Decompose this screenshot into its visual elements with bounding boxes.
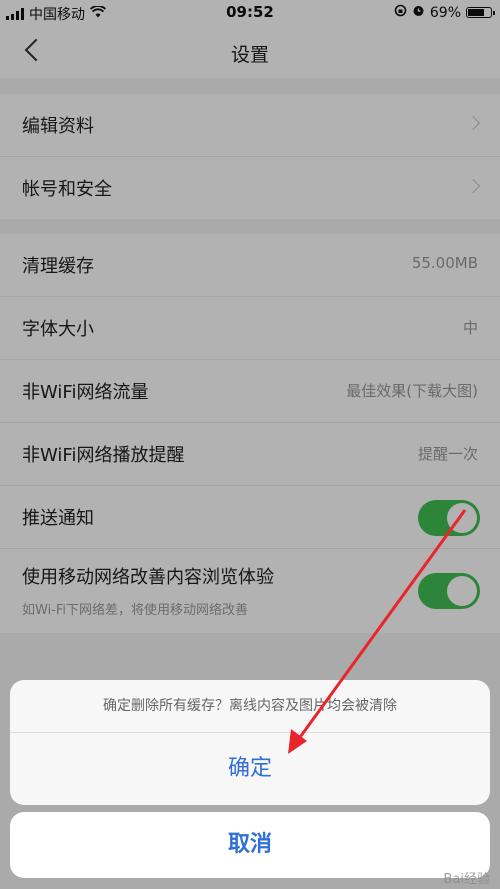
- action-sheet-message: 确定删除所有缓存？离线内容及图片均会被清除: [10, 680, 490, 733]
- settings-screen: 中国移动 09:52 69% 设置 编辑资料 帐号和安全 清理缓存 55.00M…: [0, 0, 500, 889]
- cancel-button[interactable]: 取消: [10, 812, 490, 878]
- confirm-button[interactable]: 确定: [10, 733, 490, 805]
- action-sheet: 确定删除所有缓存？离线内容及图片均会被清除 确定: [10, 680, 490, 805]
- watermark: Bai经验: [443, 872, 491, 887]
